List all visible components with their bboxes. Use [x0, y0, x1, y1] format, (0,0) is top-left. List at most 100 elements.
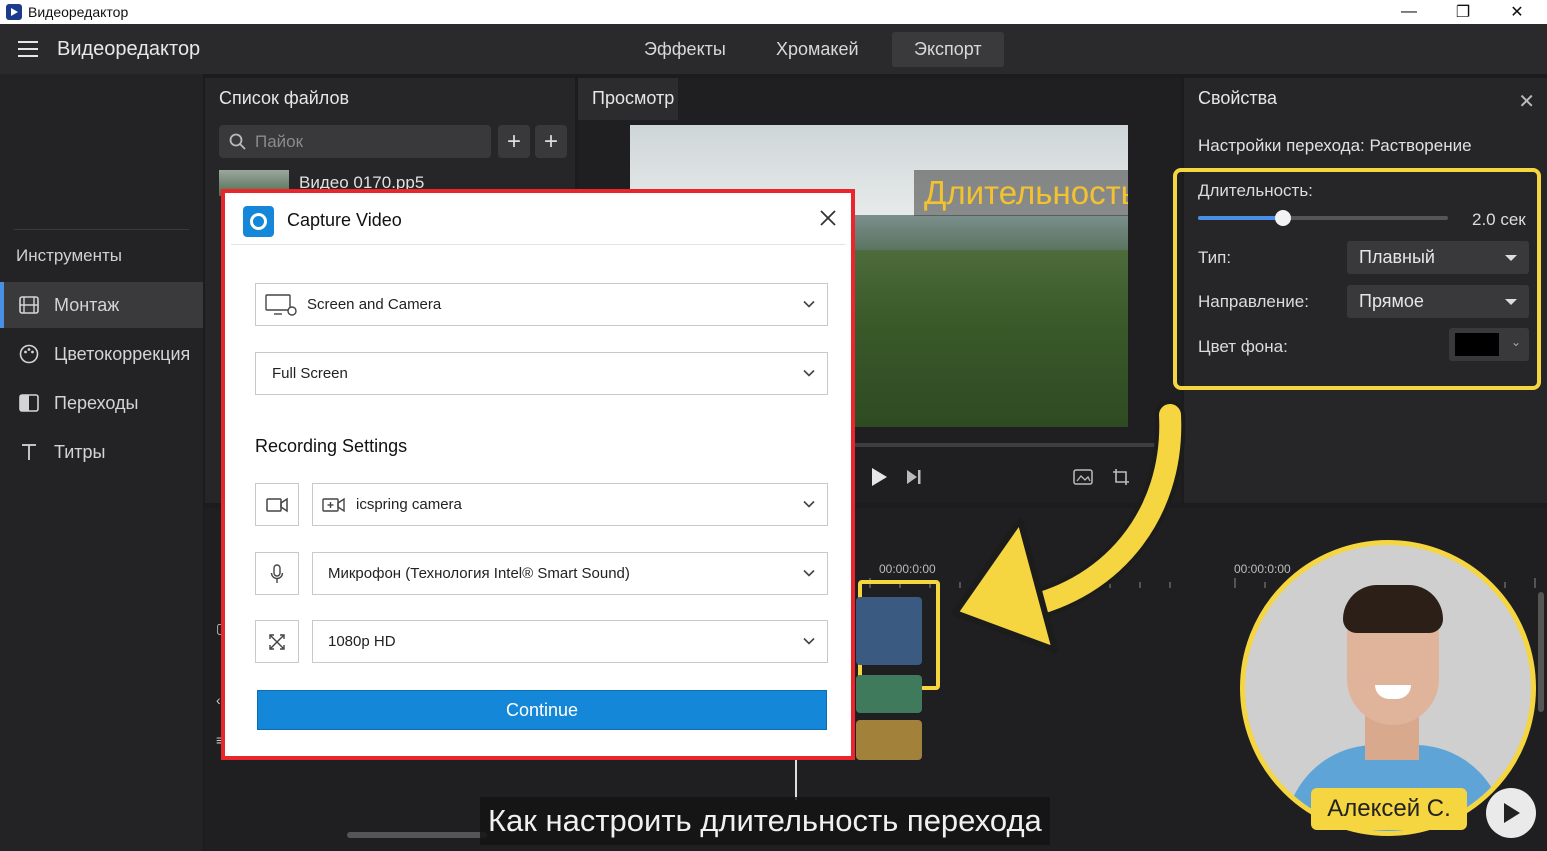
microphone-icon — [270, 563, 284, 583]
add-camera-icon — [322, 497, 345, 512]
area-select[interactable]: Full Screen — [255, 352, 828, 395]
close-window-button[interactable]: ✕ — [1490, 0, 1544, 24]
microphone-toggle[interactable] — [255, 552, 299, 595]
timeline-vscrollbar[interactable] — [1538, 592, 1544, 712]
minimize-button[interactable]: — — [1382, 0, 1436, 24]
files-panel-title: Список файлов — [219, 88, 350, 108]
transition-settings-title: Настройки перехода: Растворение — [1198, 136, 1472, 155]
chevron-down-icon — [803, 300, 815, 308]
dropdown-caret-icon — [1505, 255, 1517, 261]
skip-next-icon[interactable] — [903, 466, 925, 488]
continue-button[interactable]: Continue — [257, 690, 827, 730]
sidebar-item-color-correction[interactable]: Цветокоррекция — [0, 331, 203, 377]
type-select-value: Плавный — [1359, 247, 1435, 267]
add-file-button[interactable]: + — [498, 125, 530, 158]
direction-select[interactable]: Прямое — [1347, 285, 1529, 318]
audio-clip[interactable] — [856, 675, 922, 713]
resize-arrows-icon — [269, 633, 285, 650]
duration-label: Длительность: — [1198, 181, 1313, 200]
maximize-button[interactable]: ❐ — [1436, 0, 1490, 24]
sidebar-item-label: Титры — [54, 441, 106, 462]
area-value: Full Screen — [272, 365, 348, 382]
recording-settings-heading: Recording Settings — [255, 436, 408, 456]
transition-icon — [18, 392, 40, 414]
close-icon[interactable] — [819, 209, 837, 227]
resolution-toggle[interactable] — [255, 620, 299, 663]
presenter-name-badge: Алексей С. — [1311, 788, 1467, 830]
type-select[interactable]: Плавный — [1347, 241, 1529, 274]
preview-panel-title: Просмотр — [592, 88, 675, 108]
app-header: Видеоредактор Эффекты Хромакей Экспорт — [0, 24, 1547, 74]
capture-logo-icon — [243, 206, 274, 237]
palette-icon — [18, 343, 40, 365]
chevron-down-icon — [803, 569, 815, 577]
duration-slider-handle[interactable] — [1275, 210, 1291, 226]
chevron-down-icon: ⌄ — [1510, 335, 1521, 349]
search-input[interactable]: Пайок — [219, 125, 491, 158]
tab-effects[interactable]: Эффекты — [622, 32, 748, 67]
sidebar-item-label: Монтаж — [54, 294, 120, 315]
color-swatch — [1455, 333, 1499, 356]
duration-value: 2.0 сек — [1472, 210, 1526, 229]
properties-title: Свойства — [1198, 88, 1278, 108]
resolution-value: 1080p HD — [328, 633, 396, 650]
direction-select-value: Прямое — [1359, 291, 1424, 311]
video-caption-overlay: Длительность — [914, 170, 1128, 216]
app-logo-icon — [6, 4, 22, 20]
app-title: Видеоредактор — [57, 38, 201, 60]
hamburger-menu-icon[interactable] — [18, 41, 38, 57]
timeline-timecode: 00:00:0:00 — [1234, 562, 1291, 576]
window-title: Видеоредактор — [28, 4, 129, 20]
dropdown-caret-icon — [1505, 299, 1517, 305]
dialog-title: Capture Video — [287, 210, 402, 230]
direction-label: Направление: — [1198, 292, 1309, 311]
play-video-icon[interactable] — [1486, 788, 1536, 838]
tools-sidebar: Инструменты Монтаж Цветокоррекция Перехо… — [0, 74, 203, 851]
resolution-select[interactable]: 1080p HD — [312, 620, 828, 663]
sidebar-item-titles[interactable]: Титры — [0, 429, 203, 475]
screen-camera-icon — [265, 293, 297, 316]
video-camera-icon — [266, 497, 288, 512]
duration-slider[interactable] — [1198, 210, 1448, 226]
bg-color-label: Цвет фона: — [1198, 337, 1288, 356]
text-icon — [18, 441, 40, 463]
sidebar-item-montage[interactable]: Монтаж — [0, 282, 203, 328]
chevron-down-icon — [803, 500, 815, 508]
chevron-down-icon — [803, 369, 815, 377]
yellow-arrow-icon — [952, 400, 1186, 653]
video-clip[interactable] — [856, 597, 922, 665]
capture-video-dialog: Capture Video Screen and Camera Full Scr… — [231, 197, 845, 752]
video-subtitle: Как настроить длительность перехода — [480, 797, 1050, 845]
timeline-scrollbar[interactable] — [347, 832, 487, 838]
sidebar-item-transitions[interactable]: Переходы — [0, 380, 203, 426]
presenter-hair — [1343, 585, 1443, 633]
add-folder-button[interactable]: + — [535, 125, 567, 158]
timeline-timecode: 00:00:0:00 — [879, 562, 936, 576]
dialog-header: Capture Video — [231, 197, 845, 245]
search-icon — [229, 133, 246, 150]
film-icon — [18, 294, 40, 316]
source-value: Screen and Camera — [307, 296, 442, 313]
camera-toggle[interactable] — [255, 483, 299, 526]
source-select[interactable]: Screen and Camera — [255, 283, 828, 326]
type-label: Тип: — [1198, 248, 1232, 267]
bg-color-picker[interactable]: ⌄ — [1449, 328, 1529, 361]
title-clip[interactable] — [856, 720, 922, 760]
camera-value: icspring camera — [356, 496, 462, 513]
tools-heading: Инструменты — [16, 246, 123, 265]
tab-chromakey[interactable]: Хромакей — [754, 32, 881, 67]
play-icon[interactable] — [868, 466, 890, 488]
search-placeholder: Пайок — [255, 131, 304, 151]
microphone-select[interactable]: Микрофон (Технология Intel® Smart Sound) — [312, 552, 828, 595]
tab-export[interactable]: Экспорт — [892, 32, 1004, 67]
camera-select[interactable]: icspring camera — [312, 483, 828, 526]
close-properties-button[interactable]: ✕ — [1518, 89, 1535, 114]
playhead[interactable] — [795, 760, 797, 800]
sidebar-item-label: Переходы — [54, 392, 139, 413]
track-audio-icon[interactable]: ‹ — [216, 692, 221, 708]
duration-slider-fill — [1198, 216, 1283, 220]
sidebar-item-label: Цветокоррекция — [54, 343, 191, 364]
window-titlebar: Видеоредактор — ❐ ✕ — [0, 0, 1547, 24]
chevron-down-icon — [803, 637, 815, 645]
sidebar-divider — [14, 229, 189, 230]
